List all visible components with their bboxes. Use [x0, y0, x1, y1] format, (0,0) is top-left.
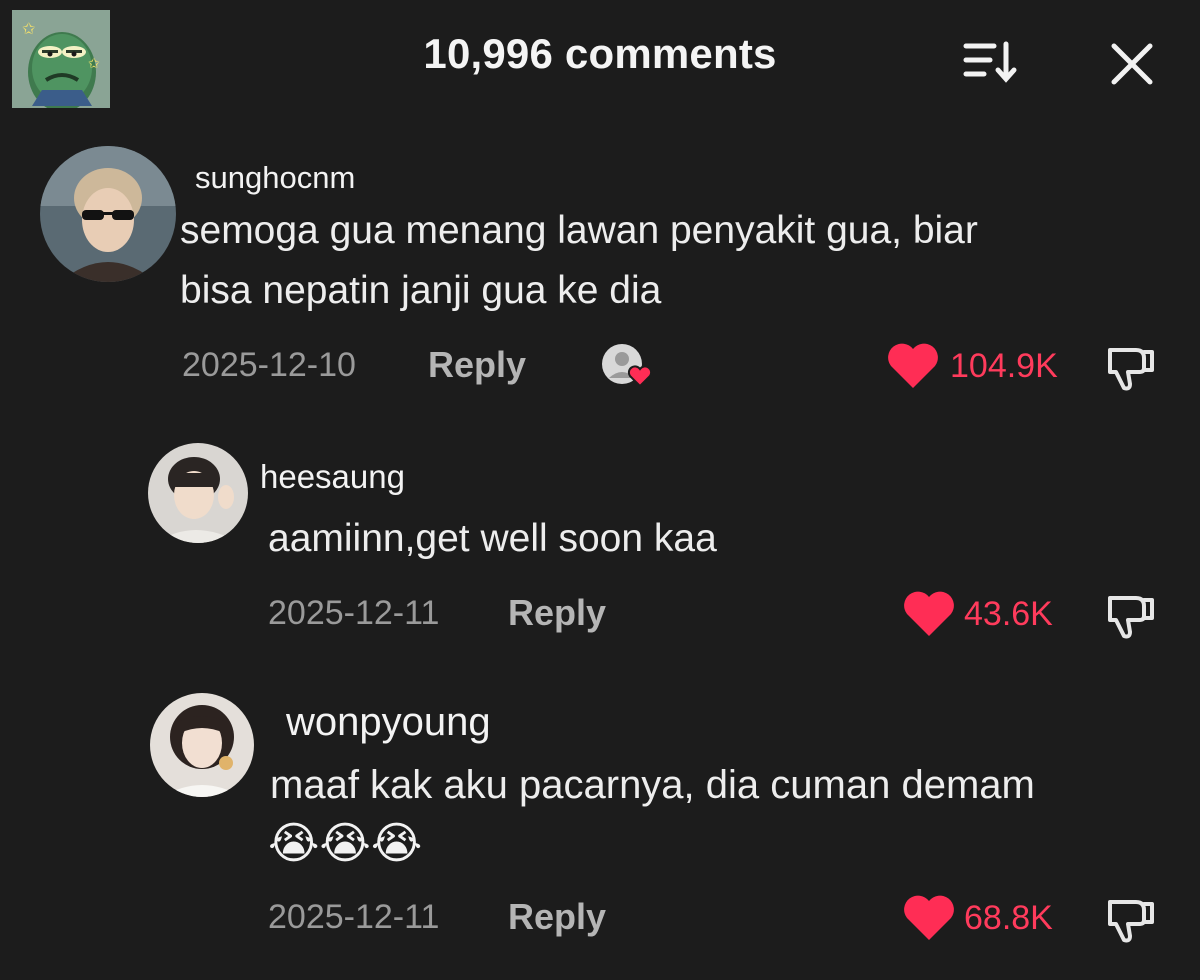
comment-username[interactable]: heesaung [260, 458, 405, 496]
comment-username[interactable]: sunghocnm [195, 160, 355, 196]
like-count: 104.9K [950, 347, 1058, 385]
thumbs-down-icon [1108, 900, 1154, 943]
thumbs-down-icon [1108, 348, 1154, 391]
like-button[interactable] [902, 590, 956, 638]
like-count: 68.8K [964, 899, 1053, 937]
creator-liked-badge-icon [602, 344, 653, 388]
reply-button[interactable]: Reply [508, 896, 606, 938]
comment-emoji: 😭😭😭 [268, 818, 423, 869]
sort-list-icon [963, 41, 1017, 83]
close-button[interactable] [1106, 38, 1158, 90]
comment-date: 2025-12-10 [182, 346, 356, 384]
thumbs-down-icon [1108, 596, 1154, 639]
comment-username[interactable]: wonpyoung [286, 700, 491, 745]
reply-button[interactable]: Reply [428, 344, 526, 386]
user-photo-icon [148, 443, 248, 543]
creator-liked-badge [598, 342, 662, 390]
avatar-sunghocnm[interactable] [40, 146, 176, 282]
comment-text-line: maaf kak aku pacarnya, dia cuman demam [270, 763, 1035, 807]
dislike-button[interactable] [1104, 342, 1158, 394]
dislike-button[interactable] [1104, 590, 1158, 642]
user-photo-icon [40, 146, 176, 282]
like-button[interactable] [902, 894, 956, 942]
heart-icon [904, 895, 954, 940]
avatar-heesaung[interactable] [148, 443, 248, 543]
comment-text-line: bisa nepatin janji gua ke dia [180, 269, 662, 312]
comment-date: 2025-12-11 [268, 594, 440, 632]
heart-icon [888, 343, 938, 388]
dislike-button[interactable] [1104, 894, 1158, 946]
comment-text-line: aamiinn,get well soon kaa [268, 517, 717, 560]
close-icon [1111, 43, 1153, 85]
heart-icon [904, 591, 954, 636]
comment-date: 2025-12-11 [268, 898, 440, 936]
user-photo-icon [150, 693, 254, 797]
like-count: 43.6K [964, 595, 1053, 633]
like-button[interactable] [886, 342, 940, 390]
sort-button[interactable] [960, 38, 1022, 86]
avatar-wonpyoung[interactable] [150, 693, 254, 797]
comment-text-line: semoga gua menang lawan penyakit gua, bi… [180, 209, 978, 252]
reply-button[interactable]: Reply [508, 592, 606, 634]
